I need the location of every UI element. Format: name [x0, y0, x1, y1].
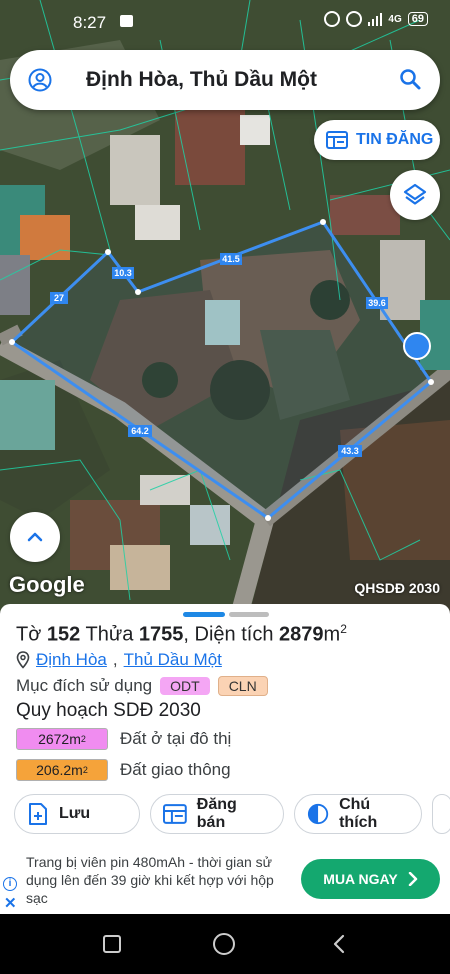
- city-link[interactable]: Thủ Dầu Một: [124, 650, 222, 670]
- ad-banner[interactable]: i ✕ Trang bị viên pin 480mAh - thời gian…: [0, 844, 450, 914]
- ad-info-icon[interactable]: i: [3, 877, 17, 891]
- edge-label: 27: [54, 293, 64, 303]
- google-logo: Google: [9, 572, 85, 597]
- contrast-icon: [307, 803, 329, 825]
- gallery-icon: [120, 15, 133, 27]
- network-type: 4G: [388, 13, 402, 25]
- chevron-up-icon: [27, 532, 43, 542]
- user-icon[interactable]: [28, 68, 52, 92]
- plan-row: 2672m 2 Đất ở tại đô thị: [16, 728, 231, 750]
- edge-label: 10.3: [114, 268, 132, 278]
- search-bar[interactable]: Định Hòa, Thủ Dầu Một: [10, 50, 440, 110]
- parcel-location: Định Hòa, Thủ Dầu Một: [16, 650, 222, 670]
- ward-link[interactable]: Định Hòa: [36, 650, 107, 670]
- system-nav-bar: [0, 914, 450, 974]
- ad-close-icon[interactable]: ✕: [4, 894, 17, 912]
- post-sale-button[interactable]: Đăng bán: [150, 794, 284, 834]
- alarm-icon: [324, 11, 341, 27]
- expand-panel-button[interactable]: [10, 512, 60, 562]
- page-indicator-active: [183, 612, 225, 617]
- edge-label: 39.6: [368, 298, 386, 308]
- plan-row: 206.2m 2 Đất giao thông: [16, 759, 231, 781]
- parcel-info-panel: Tờ 152 Thửa 1755, Diện tích 2879m2 Định …: [0, 604, 450, 844]
- home-icon[interactable]: [213, 933, 235, 955]
- map-view[interactable]: 41.5 10.3 27 39.6 64.2 43.3 8:27 4G 69 Đ…: [0, 0, 450, 612]
- plan-heading: Quy hoạch SDĐ 2030: [16, 700, 201, 721]
- legend-button[interactable]: Chú thích: [294, 794, 422, 834]
- tin-dang-label: TIN ĐĂNG: [356, 131, 434, 148]
- listing-icon: [326, 131, 348, 149]
- chevron-right-icon: [408, 872, 417, 886]
- search-title[interactable]: Định Hòa, Thủ Dầu Một: [86, 68, 317, 92]
- status-time: 8:27: [73, 13, 107, 32]
- more-actions-button[interactable]: [432, 794, 450, 834]
- back-icon[interactable]: [330, 934, 350, 954]
- bookmark-add-icon: [29, 803, 47, 825]
- plan-area-badge: 2672m 2: [16, 728, 108, 750]
- layers-button[interactable]: [390, 170, 440, 220]
- battery-icon: 69: [407, 12, 428, 26]
- recent-apps-icon[interactable]: [103, 935, 121, 953]
- status-bar: 8:27 4G 69: [0, 0, 450, 44]
- action-buttons: Lưu Đăng bán Chú thích: [14, 794, 450, 834]
- ad-cta-button[interactable]: MUA NGAY: [301, 859, 440, 899]
- search-icon[interactable]: [398, 67, 422, 91]
- status-icons: 4G 69: [324, 11, 428, 27]
- map-overlay-label: QHSDĐ 2030: [354, 580, 440, 596]
- ad-text: Trang bị viên pin 480mAh - thời gian sử …: [26, 854, 274, 906]
- page-indicator: [229, 612, 269, 617]
- location-pin-icon: [16, 651, 30, 669]
- layers-icon: [403, 183, 427, 205]
- purpose-tag-cln: CLN: [217, 676, 268, 696]
- save-button[interactable]: Lưu: [14, 794, 140, 834]
- land-purpose-row: Mục đích sử dụng ODT CLN: [16, 676, 268, 696]
- signal-icon: [368, 12, 383, 26]
- parcel-title: Tờ 152 Thửa 1755, Diện tích 2879m2: [16, 622, 347, 646]
- edge-label: 43.3: [341, 446, 359, 456]
- plan-area-badge: 206.2m 2: [16, 759, 108, 781]
- edge-label: 64.2: [131, 426, 149, 436]
- edge-label: 41.5: [222, 254, 240, 264]
- tin-dang-button[interactable]: TIN ĐĂNG: [314, 120, 440, 160]
- data-saver-icon: [346, 11, 363, 27]
- listing-icon: [163, 804, 187, 824]
- purpose-tag-odt: ODT: [160, 677, 210, 695]
